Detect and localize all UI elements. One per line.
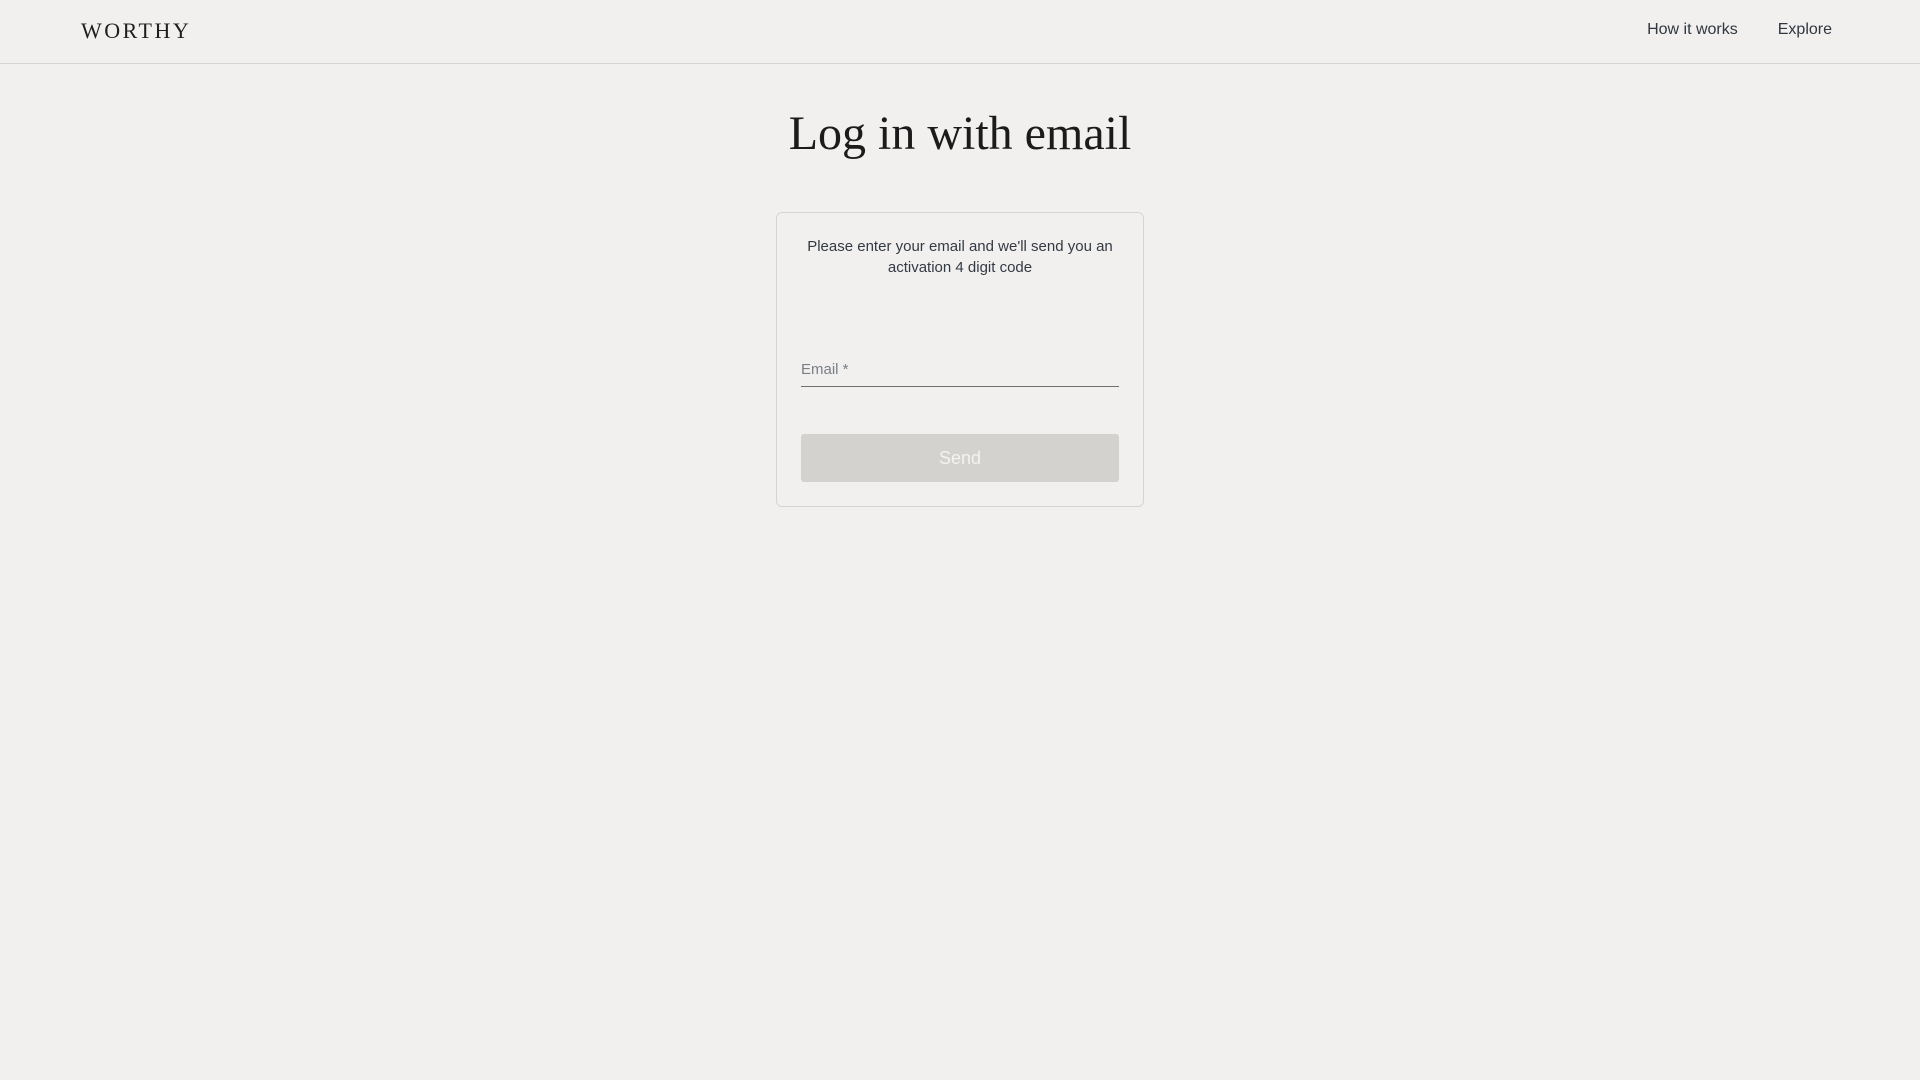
login-card: Please enter your email and we'll send y…	[776, 212, 1144, 507]
email-field[interactable]	[801, 343, 1119, 387]
email-field-container: Email *	[801, 343, 1119, 388]
main-nav: How it works Explore	[1647, 21, 1832, 39]
page-title: Log in with email	[788, 107, 1132, 160]
worthy-logo[interactable]: WORTHY	[81, 18, 191, 44]
top-navigation-bar: WORTHY How it works Explore	[0, 0, 1920, 64]
send-button[interactable]: Send	[801, 434, 1119, 482]
login-instructions: Please enter your email and we'll send y…	[807, 238, 1113, 276]
nav-link-explore[interactable]: Explore	[1778, 21, 1832, 39]
nav-link-how-it-works[interactable]: How it works	[1647, 21, 1738, 39]
